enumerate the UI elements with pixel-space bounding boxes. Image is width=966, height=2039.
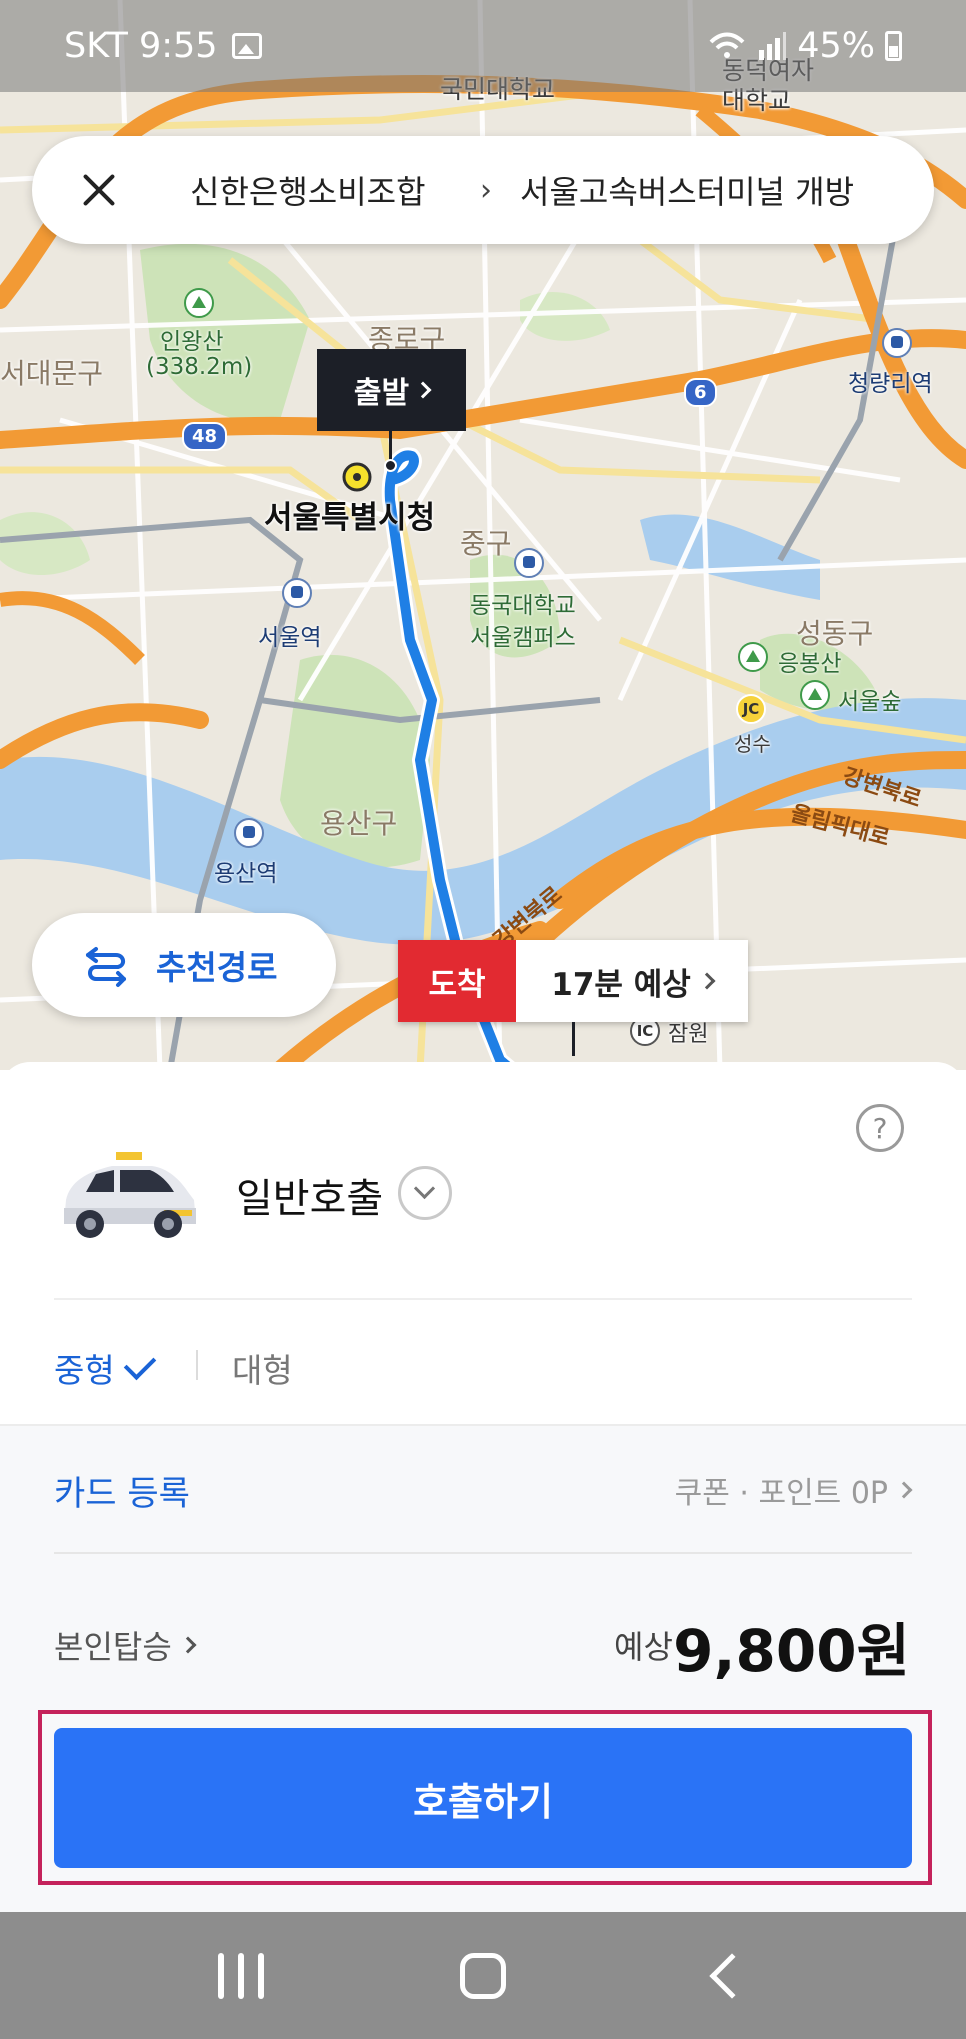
divider [54,1552,912,1554]
map-label-yongsan: 용산구 [320,807,398,840]
start-marker-dot [384,459,397,472]
map-label-seoul-forest: 서울숲 [838,689,902,715]
route-badge-48: 48 [182,422,228,451]
recents-icon[interactable] [218,1952,264,1999]
battery-percent: 45% [797,26,875,66]
route-search-bar[interactable]: 신한은행소비조합 › 서울고속버스터미널 개방 [32,136,934,244]
chevron-right-icon [414,381,432,399]
gallery-notification-icon [231,33,262,59]
map-label-seodaemun: 서대문구 [0,357,104,390]
route-destination[interactable]: 서울고속버스터미널 개방 [520,167,894,213]
map-label-eungbongsan: 응봉산 [778,651,842,677]
battery-icon [885,31,902,61]
map-label-inwangsan-elev: (338.2m) [146,354,253,380]
chevron-right-icon [895,1481,913,1499]
map-label-yongsan-station: 용산역 [214,861,278,887]
back-icon[interactable] [709,1952,755,1999]
recommend-route-label: 추천경로 [156,948,278,987]
arrival-eta: 17분 예상 [516,940,748,1022]
home-icon[interactable] [460,1952,506,1999]
start-marker[interactable]: 출발 [317,349,466,431]
mountain-icon [184,288,214,318]
estimate-label: 예상 [614,1628,673,1666]
route-separator: › [480,172,492,208]
size-divider [196,1350,198,1380]
route-origin[interactable]: 신한은행소비조합 [190,167,452,213]
map-label-junggu: 중구 [460,527,512,560]
station-icon-seoul [282,578,312,608]
route-swap-icon [86,947,126,987]
map-label-city-hall: 서울특별시청 [264,500,436,536]
call-button[interactable]: 호출하기 [54,1728,912,1868]
station-icon-yongsan [234,818,264,848]
eta-text: 17분 예상 [551,966,691,1003]
status-bar: SKT 9:55 45% [0,0,966,92]
status-carrier-time: SKT 9:55 [64,26,218,66]
map-label-cheongnyangni: 청량리역 [848,371,933,397]
taxi-icon [64,1152,196,1238]
call-type-label[interactable]: 일반호출 [236,1166,383,1224]
map-label-seongsu: 성수 [734,732,771,756]
chevron-right-icon [698,972,716,990]
start-label: 출발 [353,376,410,411]
wifi-icon [709,32,745,58]
arrival-label: 도착 [398,940,516,1022]
arrival-marker[interactable]: 도착 17분 예상 [398,940,748,1022]
self-ride-label: 본인탑승 [54,1628,172,1666]
size-option-midsize[interactable]: 중형 [54,1344,156,1392]
map-label-seoul-station: 서울역 [258,625,322,651]
system-nav-bar [0,1912,966,2039]
university-icon-dongguk [514,548,544,578]
map-label-inwangsan: 인왕산 [160,329,224,355]
chevron-right-icon [179,1636,197,1654]
chevron-down-icon[interactable] [398,1166,452,1220]
close-icon[interactable] [68,160,128,220]
card-register-link[interactable]: 카드 등록 [54,1466,190,1515]
route-badge-6: 6 [684,378,717,407]
arrival-marker-stem [572,1022,575,1056]
estimate-price: 9,800원 [673,1617,910,1685]
map-label-dongguk: 동국대학교 [470,593,576,619]
park-icon-seoul-forest [800,680,830,710]
divider [54,1298,912,1300]
self-ride-link[interactable]: 본인탑승 [54,1622,197,1668]
help-icon[interactable]: ? [856,1104,904,1152]
jc-badge: JC [736,694,766,724]
size-option-label: 중형 [54,1351,115,1390]
coupon-points-link[interactable]: 쿠폰 · 포인트 0P [674,1468,913,1512]
signal-icon [759,32,787,60]
coupon-points-label: 쿠폰 · 포인트 0P [674,1476,888,1511]
station-icon-cheongnyangni [882,328,912,358]
size-option-large[interactable]: 대형 [232,1344,293,1392]
mountain-icon-eungbong [738,642,768,672]
map-label-dongguk-campus: 서울캠퍼스 [470,625,576,651]
recommend-route-button[interactable]: 추천경로 [32,913,336,1017]
